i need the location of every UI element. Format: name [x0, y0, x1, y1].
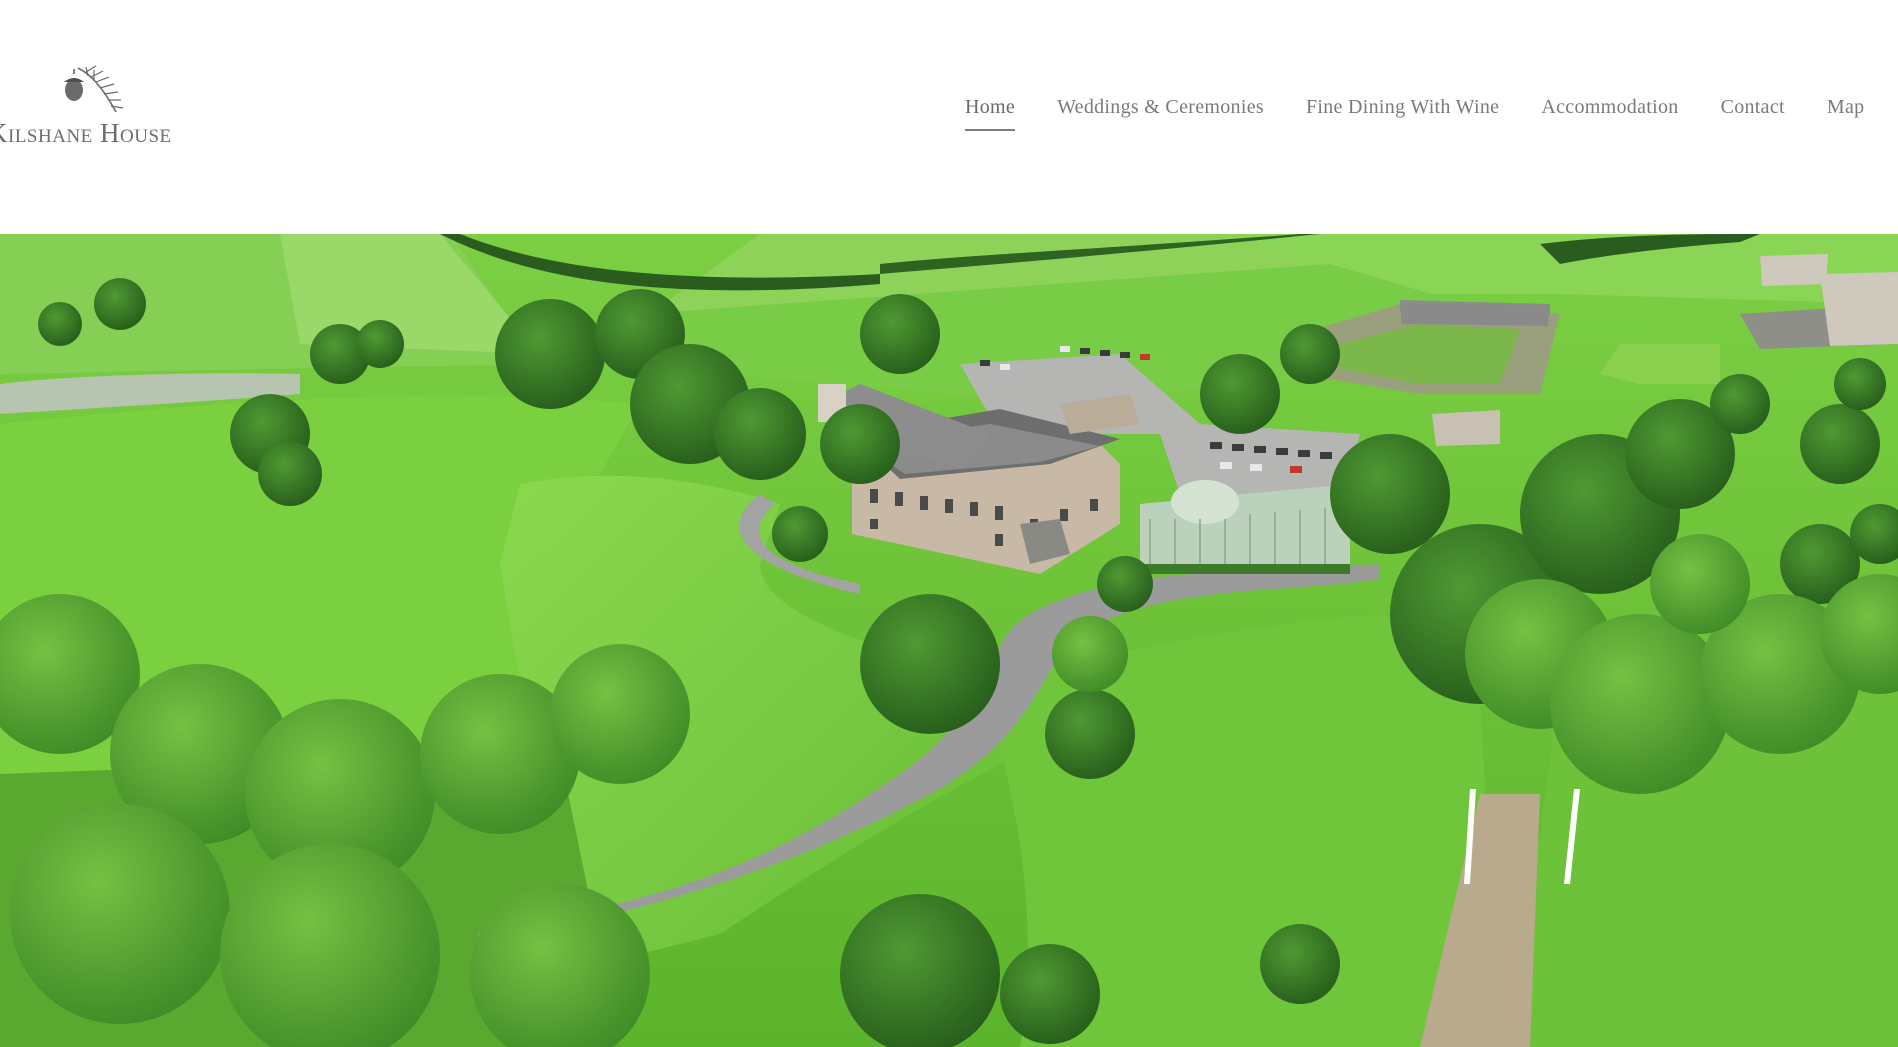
logo-text: Kilshane House [0, 118, 172, 148]
nav-item-accommodation[interactable]: Accommodation [1541, 96, 1678, 131]
aerial-estate-illustration [0, 234, 1898, 1047]
site-logo[interactable]: Kilshane House [0, 60, 208, 150]
main-nav: Home Weddings & Ceremonies Fine Dining W… [965, 96, 1898, 146]
page: Kilshane House Home Weddings & Ceremonie… [0, 0, 1898, 1047]
acorn-branch-icon [58, 60, 130, 120]
nav-item-map[interactable]: Map [1827, 96, 1865, 131]
nav-item-weddings[interactable]: Weddings & Ceremonies [1057, 96, 1264, 131]
hero-aerial-photo [0, 234, 1898, 1047]
site-header: Kilshane House Home Weddings & Ceremonie… [0, 0, 1898, 234]
nav-item-contact[interactable]: Contact [1721, 96, 1785, 131]
nav-item-fine-dining[interactable]: Fine Dining With Wine [1306, 96, 1499, 131]
nav-item-home[interactable]: Home [965, 96, 1016, 131]
